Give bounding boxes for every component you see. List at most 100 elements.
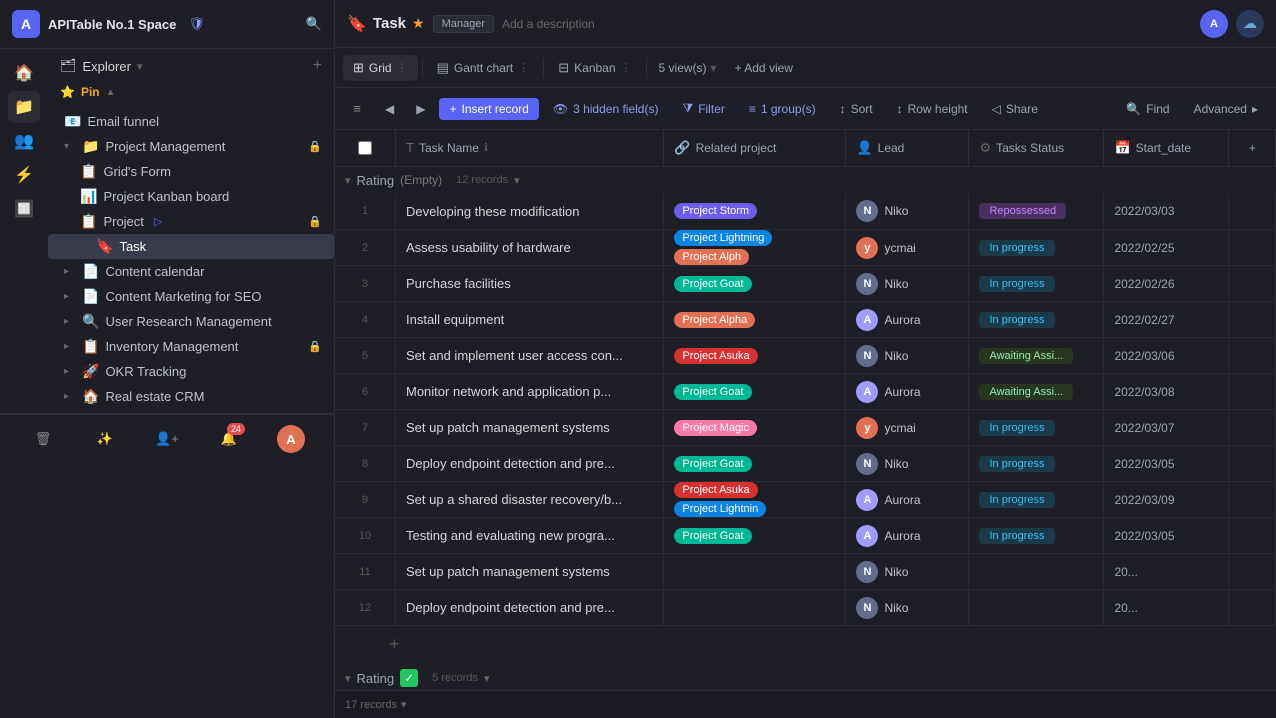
row-height-icon: ↕: [897, 102, 903, 116]
col-checkbox[interactable]: [335, 130, 396, 166]
project-col-icon: 🔗: [674, 140, 690, 156]
collapse-button[interactable]: ≡: [343, 95, 371, 123]
sidebar-item-project-management[interactable]: ▾ 📁 Project Management 🔒: [48, 134, 334, 159]
filter-button[interactable]: ⧩ Filter: [672, 97, 734, 120]
add-view-button[interactable]: + Add view: [727, 56, 801, 80]
col-status[interactable]: ⚙ Tasks Status: [969, 130, 1104, 166]
sidebar-item-email-funnel[interactable]: 📧 Email funnel: [48, 109, 334, 134]
search-icon[interactable]: 🔍: [306, 16, 322, 32]
project-cell[interactable]: Project Storm: [664, 194, 846, 230]
status-cell[interactable]: Repossessed: [969, 194, 1104, 230]
sidebar-item-content-marketing[interactable]: ▸ 📄 Content Marketing for SEO: [48, 284, 334, 309]
kanban-options-icon[interactable]: ⋮: [621, 61, 632, 74]
hidden-fields-button[interactable]: 👁 3 hidden field(s): [543, 98, 669, 120]
group-button[interactable]: ≡ 1 group(s): [739, 98, 826, 120]
sidebar-item-real-estate[interactable]: ▸ 🏠 Real estate CRM: [48, 384, 334, 409]
add-row[interactable]: +: [335, 626, 1276, 664]
project-cell-2[interactable]: Project LightningProject Alph: [664, 230, 846, 266]
add-view-label: + Add view: [735, 61, 793, 75]
explorer-header[interactable]: 🗂 Explorer ▾ +: [48, 53, 334, 79]
sidebar-item-content-calendar[interactable]: ▸ 📄 Content calendar: [48, 259, 334, 284]
share-icon: ▷: [154, 215, 162, 228]
col-date[interactable]: 📅 Start_date: [1104, 130, 1229, 166]
user-avatar-icon[interactable]: A: [275, 423, 307, 455]
nav-home[interactable]: 🏠: [8, 57, 40, 89]
nav-explorer[interactable]: 📁: [8, 91, 40, 123]
avatar-2: ☁: [1236, 10, 1264, 38]
trash-icon[interactable]: 🗑: [27, 423, 59, 455]
description-text[interactable]: Add a description: [502, 17, 595, 31]
group-expand-btn[interactable]: ▾: [514, 174, 520, 187]
nav-forward-button[interactable]: ▶: [406, 98, 435, 120]
nav-members[interactable]: 👥: [8, 125, 40, 157]
view-divider-2: [543, 58, 544, 78]
sidebar-item-grids-form[interactable]: 📋 Grid's Form: [48, 159, 334, 184]
add-explorer-icon[interactable]: +: [313, 57, 322, 75]
group-header-cell: ▾ Rating (Empty) 12 records ▾: [335, 166, 1276, 194]
sidebar-item-project-kanban[interactable]: 📊 Project Kanban board: [48, 184, 334, 209]
lead-cell[interactable]: N Niko: [846, 194, 969, 230]
nav-back-button[interactable]: ◀: [375, 98, 404, 120]
star-icon[interactable]: ★: [412, 15, 425, 32]
nav-apps[interactable]: 🔲: [8, 193, 40, 225]
task-cell[interactable]: Developing these modification: [396, 194, 664, 230]
content-marketing-icon: 📄: [82, 288, 99, 305]
row-height-button[interactable]: ↕ Row height: [887, 98, 978, 120]
workspace-selector[interactable]: A APITable No.1 Space 🛡: [12, 10, 205, 38]
col-extra[interactable]: +: [1229, 130, 1276, 166]
sidebar-item-user-research[interactable]: ▸ 🔍 User Research Management: [48, 309, 334, 334]
row-num-cell: 1: [335, 194, 396, 230]
tab-kanban[interactable]: ⊟ Kanban ⋮: [548, 55, 641, 81]
group2-expand-btn[interactable]: ▾: [484, 672, 490, 685]
task-col-icon: T: [406, 140, 414, 155]
sort-button[interactable]: ↕ Sort: [830, 98, 883, 120]
advanced-button[interactable]: Advanced ▸: [1184, 98, 1268, 120]
avatar-group: A: [1200, 10, 1228, 38]
date-cell[interactable]: 2022/03/03: [1104, 194, 1229, 230]
col-related-project[interactable]: 🔗 Related project: [664, 130, 846, 166]
find-button[interactable]: 🔍 Find: [1116, 98, 1179, 120]
table-row: 6 Monitor network and application p... P…: [335, 374, 1276, 410]
view-count[interactable]: 5 view(s) ▾: [651, 56, 725, 80]
advanced-label: Advanced: [1194, 102, 1247, 116]
select-all-checkbox[interactable]: [358, 141, 372, 155]
table-row: 12 Deploy endpoint detection and pre... …: [335, 590, 1276, 626]
gantt-options-icon[interactable]: ⋮: [518, 61, 529, 74]
find-icon: 🔍: [1126, 102, 1141, 116]
group2-toggle-icon[interactable]: ▾: [345, 672, 351, 685]
tab-grid[interactable]: ⊞ Grid ⋮: [343, 55, 418, 81]
share-button[interactable]: ◁ Share: [982, 98, 1048, 120]
grid-container[interactable]: T Task Name ℹ 🔗 Related project �: [335, 130, 1276, 690]
add-member-icon[interactable]: 👤+: [151, 423, 183, 455]
group-toggle-icon[interactable]: ▾: [345, 174, 351, 187]
group-label: 1 group(s): [761, 102, 816, 116]
add-col-icon[interactable]: +: [1249, 141, 1256, 155]
task-col-info[interactable]: ℹ: [484, 141, 488, 154]
col-task-name[interactable]: T Task Name ℹ: [396, 130, 664, 166]
toolbar: ≡ ◀ ▶ + Insert record 👁 3 hidden field(s…: [335, 88, 1276, 130]
lead-cell-2[interactable]: y ycmai: [846, 230, 969, 266]
chevron-right-icon5: ▸: [64, 366, 76, 377]
sidebar-item-okr[interactable]: ▸ 🚀 OKR Tracking: [48, 359, 334, 384]
nav-automations[interactable]: ⚡: [8, 159, 40, 191]
insert-record-button[interactable]: + Insert record: [439, 98, 538, 120]
notification-icon[interactable]: 🔔 24: [213, 423, 245, 455]
grid-options-icon[interactable]: ⋮: [397, 61, 408, 74]
add-record-button[interactable]: +: [389, 634, 400, 655]
sidebar-item-project[interactable]: 📋 Project ▷ 🔒: [48, 209, 334, 234]
hidden-fields-label: 3 hidden field(s): [573, 102, 658, 116]
tab-gantt[interactable]: ▤ Gantt chart ⋮: [427, 55, 540, 81]
group1-count: 12 records: [456, 174, 508, 186]
sidebar-item-inventory[interactable]: ▸ 📋 Inventory Management 🔒: [48, 334, 334, 359]
template-icon[interactable]: ✨: [89, 423, 121, 455]
group-header-1: ▾ Rating (Empty) 12 records ▾: [335, 166, 1276, 194]
pin-header[interactable]: ⭐Pin▲: [60, 83, 322, 101]
col-date-label: Start_date: [1136, 141, 1191, 155]
task-cell-2[interactable]: Assess usability of hardware: [396, 230, 664, 266]
grid-icon: ⊞: [353, 60, 364, 76]
sidebar-item-task[interactable]: 🔖 Task: [48, 234, 334, 259]
col-lead[interactable]: 👤 Lead: [846, 130, 969, 166]
expand-icon[interactable]: ▾: [401, 698, 407, 711]
table-row: 5 Set and implement user access con... P…: [335, 338, 1276, 374]
total-records: 17 records: [345, 699, 397, 711]
